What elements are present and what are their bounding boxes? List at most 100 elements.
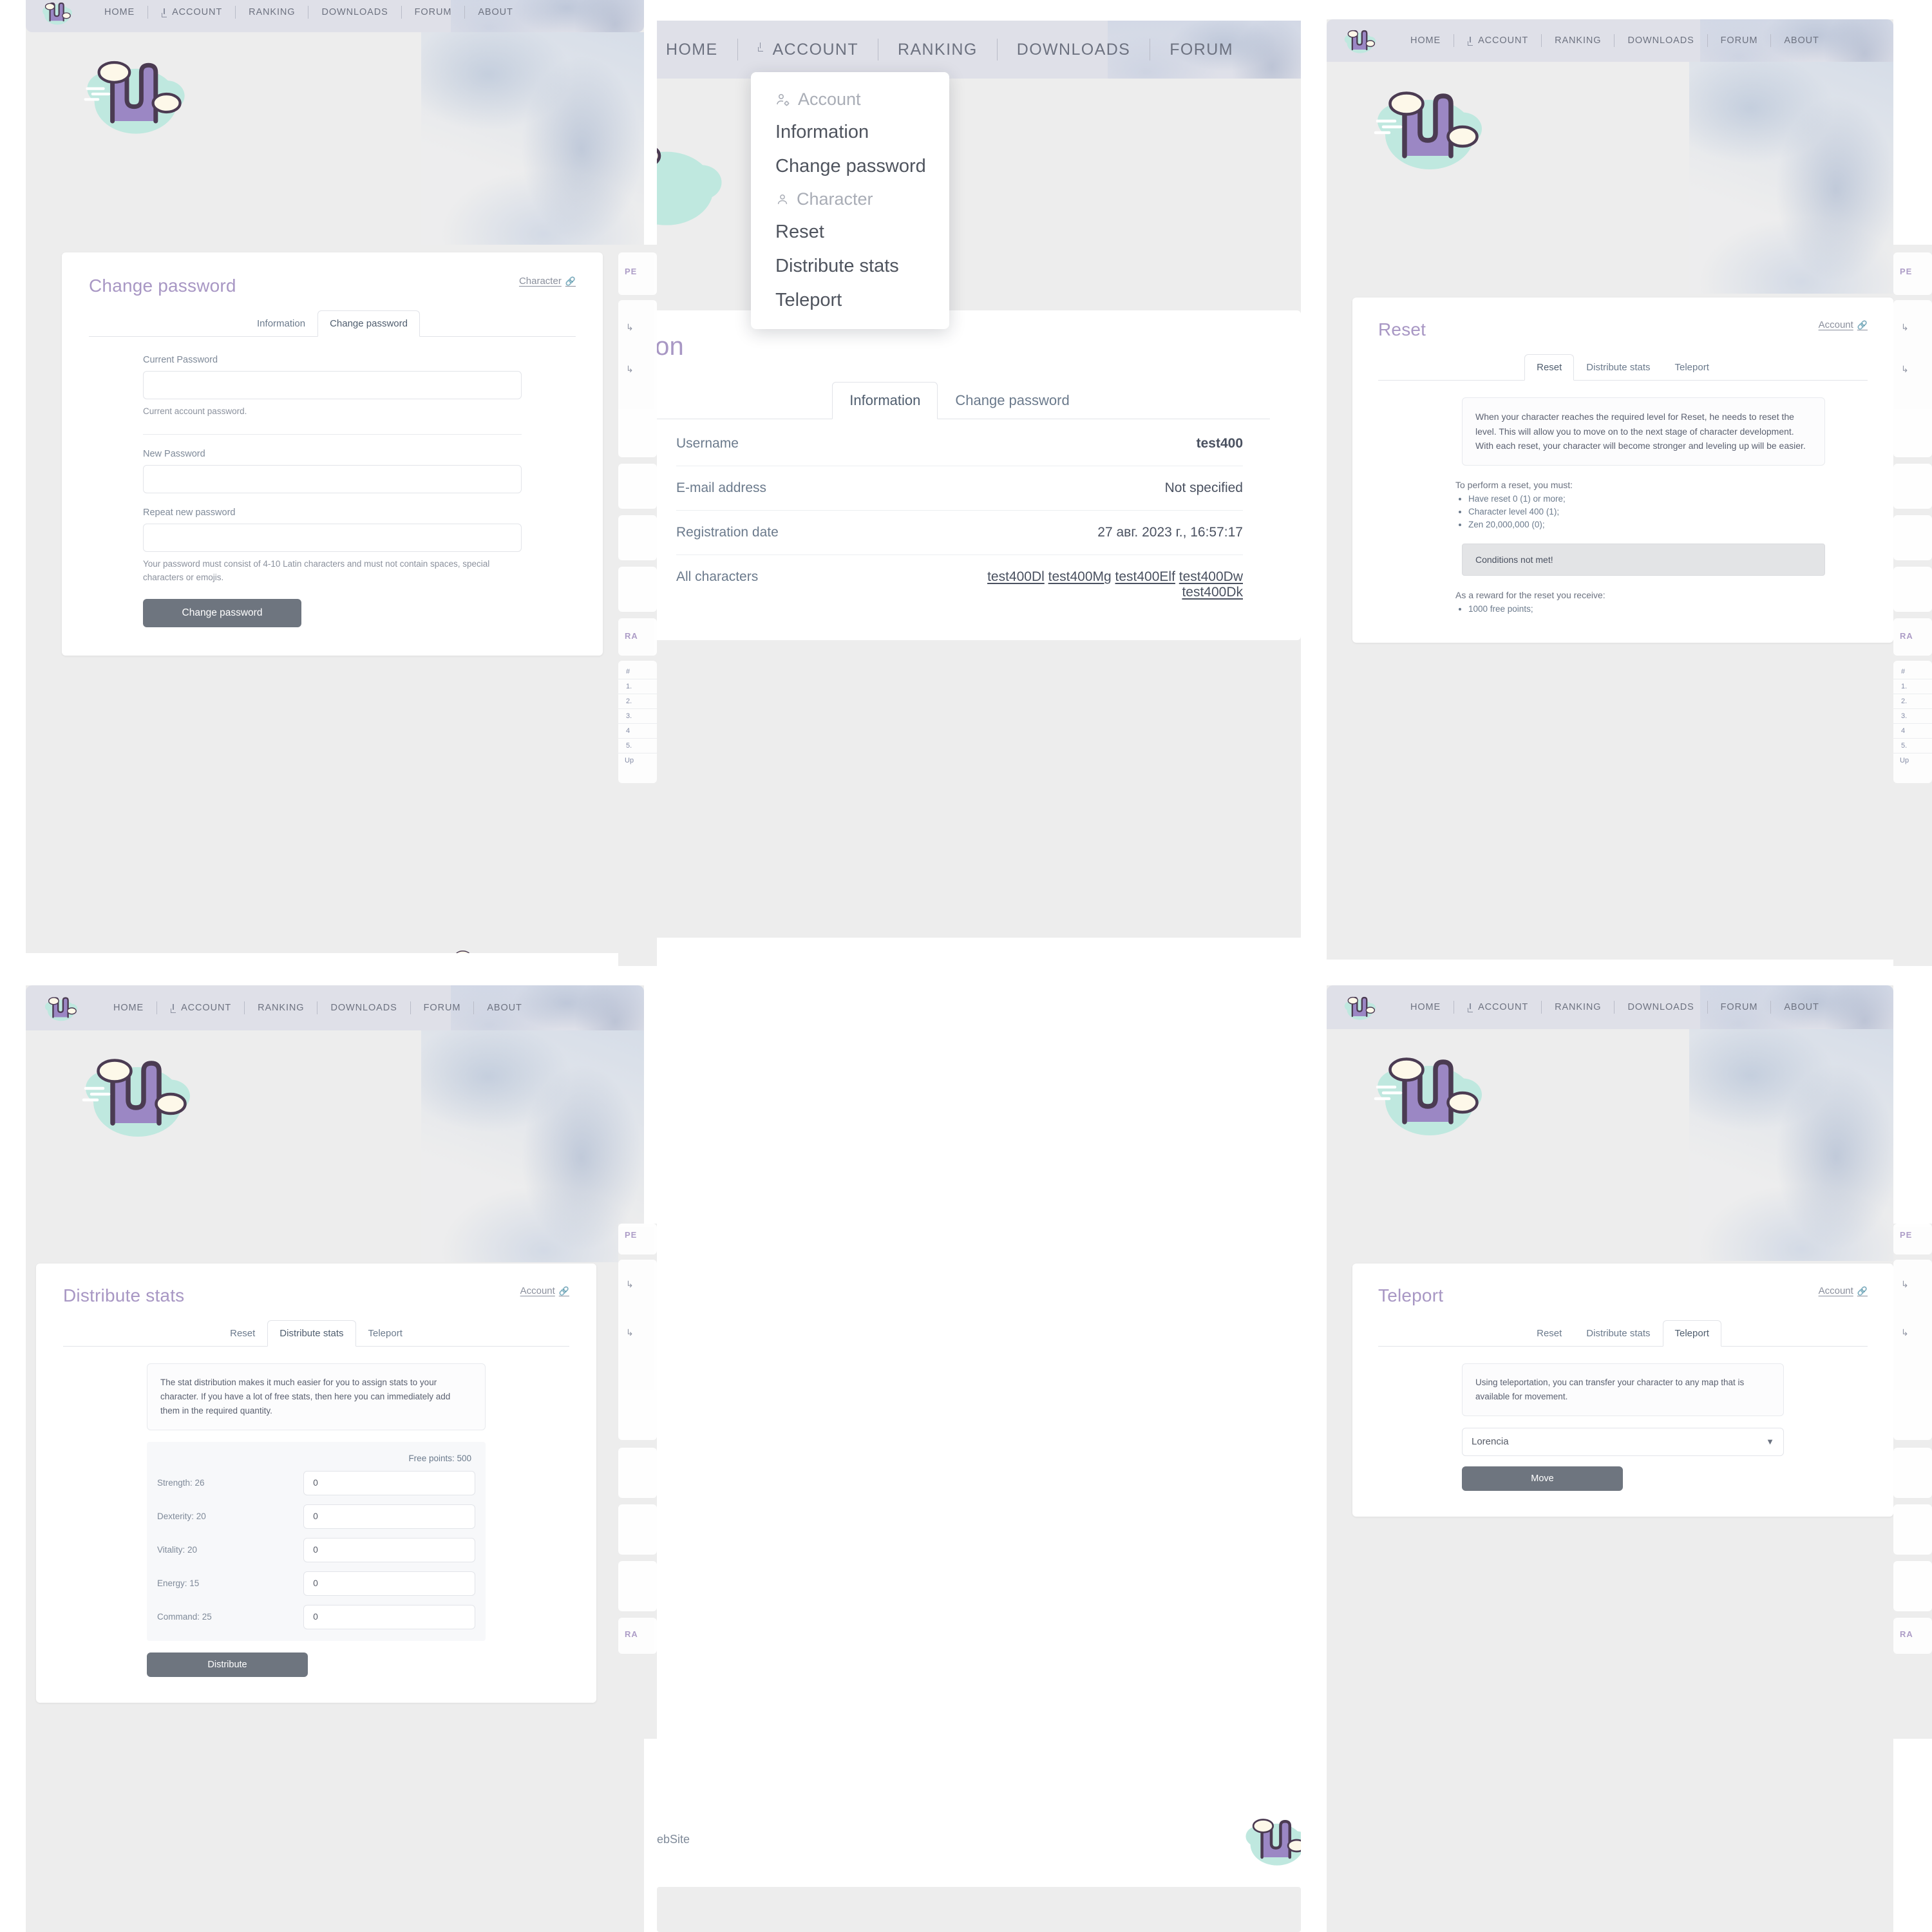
nav-item-about[interactable]: ABOUT	[465, 7, 526, 17]
tab-teleport[interactable]: Teleport	[1662, 1320, 1721, 1347]
stub-blank-card	[618, 464, 657, 509]
nav-item-home[interactable]: HOME	[100, 1003, 156, 1013]
nav-item-ranking[interactable]: RANKING	[236, 7, 308, 17]
nav-item-downloads[interactable]: DOWNLOADS	[317, 1003, 410, 1013]
stub-row: 3.	[618, 709, 657, 724]
character-link[interactable]: test400Dk	[1182, 585, 1243, 600]
nav-item-forum[interactable]: FORUM	[1150, 41, 1253, 59]
stub-personal-card: PE	[618, 1224, 657, 1255]
breadcrumb[interactable]: Account 🔗	[1819, 319, 1868, 330]
row-key: Username	[676, 436, 739, 451]
dropdown-item-distribute-stats[interactable]: Distribute stats	[751, 249, 949, 283]
breadcrumb[interactable]: Character 🔗	[519, 276, 576, 287]
breadcrumb[interactable]: Account 🔗	[1819, 1285, 1868, 1296]
nav-item-forum[interactable]: FORUM	[1708, 35, 1771, 46]
dropdown-item-change-password[interactable]: Change password	[751, 149, 949, 184]
nav-item-about[interactable]: ABOUT	[1771, 1002, 1832, 1012]
tab-reset[interactable]: Reset	[218, 1320, 267, 1347]
nav-item-home[interactable]: HOME	[1397, 35, 1454, 46]
nav-item-downloads[interactable]: DOWNLOADS	[308, 7, 401, 17]
tab-distribute-stats[interactable]: Distribute stats	[267, 1320, 356, 1347]
tab-teleport[interactable]: Teleport	[1663, 354, 1721, 381]
change-password-submit-button[interactable]: Change password	[143, 598, 301, 627]
nav-item-account[interactable]: ACCOUNT	[1454, 35, 1541, 46]
nav-item-home[interactable]: HOME	[657, 41, 737, 59]
stub-row: 2.	[1893, 694, 1932, 709]
nav-item-about[interactable]: ABOUT	[1771, 35, 1832, 46]
mu-logo-icon	[1374, 91, 1482, 169]
dexterity-input[interactable]	[303, 1504, 475, 1529]
vitality-input[interactable]	[303, 1537, 475, 1562]
repeat-password-input[interactable]	[143, 523, 522, 552]
map-select[interactable]: Lorencia ▼	[1462, 1427, 1784, 1456]
dropdown-item-reset[interactable]: Reset	[751, 215, 949, 249]
nav-item-ranking[interactable]: RANKING	[1542, 35, 1614, 46]
page-title: Reset	[1378, 319, 1426, 339]
stub-blank-card	[1893, 1561, 1932, 1611]
stub-row: 1.	[618, 679, 657, 694]
site-logo[interactable]	[1342, 992, 1378, 1023]
page-title: Teleport	[1378, 1285, 1444, 1305]
navbar: HOME ACCOUNT RANKING DOWNLOADS FORUM ABO…	[1327, 19, 1893, 62]
panel-account-dropdown: HOME ACCOUNT RANKING DOWNLOADS FORUM Acc…	[657, 21, 1301, 938]
breadcrumb[interactable]: Account 🔗	[520, 1285, 569, 1296]
command-input[interactable]	[303, 1604, 475, 1629]
nav-label: DOWNLOADS	[321, 7, 388, 17]
character-link[interactable]: test400Dw	[1179, 569, 1243, 584]
stub-row: 5.	[1893, 739, 1932, 753]
tab-distribute-stats[interactable]: Distribute stats	[1574, 354, 1662, 381]
nav-label: ABOUT	[487, 1003, 522, 1013]
nav-item-home[interactable]: HOME	[1397, 1002, 1454, 1012]
nav-item-downloads[interactable]: DOWNLOADS	[998, 41, 1150, 59]
character-link[interactable]: test400Mg	[1048, 569, 1112, 584]
site-logo[interactable]	[40, 0, 75, 26]
stub-blank-card	[618, 1561, 657, 1611]
nav-item-account[interactable]: ACCOUNT	[1454, 1002, 1541, 1012]
tab-teleport[interactable]: Teleport	[356, 1320, 415, 1347]
row-value: Not specified	[1164, 480, 1243, 495]
nav-item-account[interactable]: ACCOUNT	[738, 41, 878, 59]
tab-information[interactable]: Information	[832, 382, 938, 419]
stub-ranking-card: RA	[618, 1618, 657, 1654]
strength-input[interactable]	[303, 1470, 475, 1495]
stat-label: Energy: 15	[157, 1578, 200, 1589]
arrow-icon: ↳	[1901, 1279, 1909, 1289]
distribute-notice: The stat distribution makes it much easi…	[147, 1363, 486, 1430]
teleport-notice: Using teleportation, you can transfer yo…	[1462, 1363, 1784, 1416]
dropdown-item-teleport[interactable]: Teleport	[751, 283, 949, 317]
nav-item-ranking[interactable]: RANKING	[878, 41, 997, 59]
energy-input[interactable]	[303, 1571, 475, 1596]
nav-label: HOME	[104, 7, 135, 17]
distribute-submit-button[interactable]: Distribute	[147, 1652, 308, 1677]
nav-item-ranking[interactable]: RANKING	[245, 1003, 317, 1013]
nav-item-account[interactable]: ACCOUNT	[148, 7, 235, 17]
tab-reset[interactable]: Reset	[1524, 354, 1575, 381]
nav-item-forum[interactable]: FORUM	[411, 1003, 474, 1013]
nav-item-downloads[interactable]: DOWNLOADS	[1615, 35, 1707, 46]
tab-change-password[interactable]: Change password	[938, 382, 1086, 419]
character-link[interactable]: test400Dl	[987, 569, 1045, 584]
move-submit-button[interactable]: Move	[1462, 1466, 1623, 1491]
dropdown-item-information[interactable]: Information	[751, 115, 949, 149]
nav-item-account[interactable]: ACCOUNT	[157, 1003, 244, 1013]
tab-reset[interactable]: Reset	[1524, 1320, 1574, 1347]
site-logo[interactable]	[1342, 25, 1378, 56]
nav-item-forum[interactable]: FORUM	[402, 7, 465, 17]
current-password-input[interactable]	[143, 371, 522, 399]
field-label: New Password	[143, 448, 205, 459]
nav-item-forum[interactable]: FORUM	[1708, 1002, 1771, 1012]
character-link[interactable]: test400Elf	[1115, 569, 1175, 584]
nav-label: HOME	[666, 40, 718, 59]
navbar: HOME ACCOUNT RANKING DOWNLOADS FORUM ABO…	[26, 985, 644, 1030]
tab-information[interactable]: Information	[245, 310, 317, 337]
new-password-input[interactable]	[143, 464, 522, 493]
nav-item-home[interactable]: HOME	[91, 7, 147, 17]
nav-label: HOME	[1410, 35, 1441, 46]
nav-item-ranking[interactable]: RANKING	[1542, 1002, 1614, 1012]
tab-change-password[interactable]: Change password	[317, 310, 420, 337]
nav-item-downloads[interactable]: DOWNLOADS	[1615, 1002, 1707, 1012]
site-logo[interactable]	[43, 992, 80, 1024]
nav-item-about[interactable]: ABOUT	[474, 1003, 535, 1013]
tab-distribute-stats[interactable]: Distribute stats	[1574, 1320, 1662, 1347]
arrow-icon: ↳	[626, 322, 634, 332]
